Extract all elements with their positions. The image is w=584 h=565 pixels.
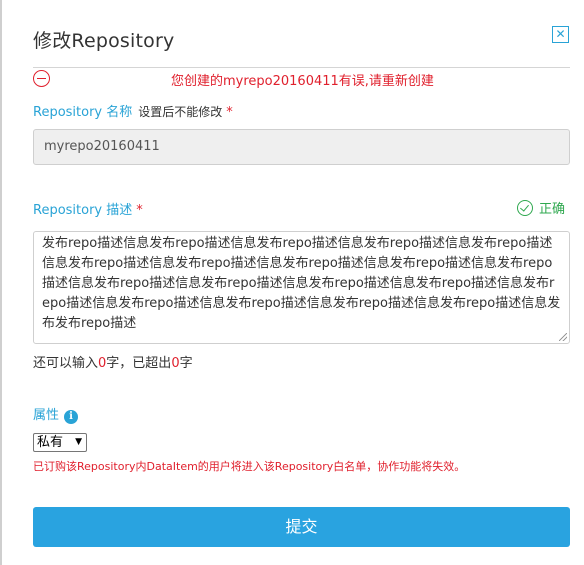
error-message: 您创建的myrepo20160411有误,请重新创建 — [171, 74, 434, 89]
info-icon[interactable]: i — [64, 410, 79, 424]
repository-name-label: Repository 名称 设置后不能修改 * — [33, 101, 233, 120]
edit-repository-dialog: 修改Repository ✕ 您创建的myrepo20160411有误,请重新创… — [0, 0, 584, 565]
repository-description-label-text: Repository 描述 — [33, 203, 133, 218]
repository-description-text: 发布repo描述信息发布repo描述信息发布repo描述信息发布repo描述信息… — [42, 236, 561, 331]
minus-circle-icon — [33, 70, 50, 87]
description-status-text: 正确 — [539, 202, 566, 217]
counter-exceeded: 0 — [171, 356, 180, 371]
description-status: 正确 — [517, 198, 565, 217]
repository-description-label: Repository 描述 * — [33, 199, 143, 218]
repository-name-label-text: Repository 名称 — [33, 105, 133, 120]
dialog-left-edge — [0, 0, 2, 565]
submit-button[interactable]: 提交 — [33, 507, 570, 547]
counter-prefix: 还可以输入 — [33, 356, 99, 371]
property-label-text: 属性 — [33, 408, 60, 423]
resize-handle-icon[interactable] — [559, 333, 567, 341]
property-label: 属性 i — [33, 404, 79, 424]
counter-middle: 字，已超出 — [106, 356, 172, 371]
repository-description-textarea[interactable]: 发布repo描述信息发布repo描述信息发布repo描述信息发布repo描述信息… — [33, 231, 570, 344]
title-divider — [33, 67, 570, 68]
check-circle-icon — [517, 200, 533, 216]
required-mark: * — [226, 105, 233, 120]
required-mark: * — [136, 203, 143, 218]
privacy-select[interactable]: 私有 ▼ — [33, 433, 87, 452]
dialog-title: 修改Repository — [33, 30, 175, 52]
counter-suffix: 字 — [179, 356, 193, 371]
close-icon[interactable]: ✕ — [552, 26, 569, 43]
privacy-select-value: 私有 — [37, 435, 64, 450]
repository-name-input[interactable]: myrepo20160411 — [33, 129, 570, 165]
chevron-down-icon: ▼ — [75, 437, 82, 447]
repository-name-hint: 设置后不能修改 — [138, 105, 223, 119]
character-counter: 还可以输入0字，已超出0字 — [33, 352, 193, 371]
property-warning: 已订购该Repository内DataItem的用户将进入该Repository… — [33, 460, 466, 473]
